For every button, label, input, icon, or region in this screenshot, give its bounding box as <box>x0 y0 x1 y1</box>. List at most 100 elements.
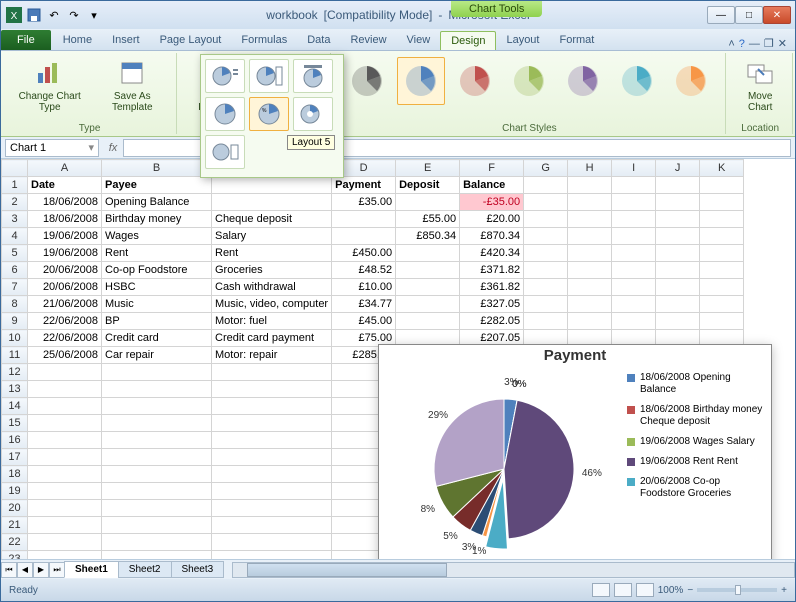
cell-H1[interactable] <box>568 177 612 194</box>
excel-icon[interactable]: X <box>5 6 23 24</box>
cell-G9[interactable] <box>524 313 568 330</box>
sheet-tab-sheet1[interactable]: Sheet1 <box>64 561 119 578</box>
cell-K8[interactable] <box>700 296 744 313</box>
cell-I1[interactable] <box>612 177 656 194</box>
doc-minimize-icon[interactable]: — <box>749 38 760 50</box>
cell-J2[interactable] <box>656 194 700 211</box>
cell-C23[interactable] <box>212 551 332 560</box>
chart-title[interactable]: Payment <box>379 345 771 364</box>
cell-B22[interactable] <box>102 534 212 551</box>
legend-item-0[interactable]: 18/06/2008 Opening Balance <box>627 372 765 396</box>
cell-I3[interactable] <box>612 211 656 228</box>
cell-A22[interactable] <box>28 534 102 551</box>
cell-K9[interactable] <box>700 313 744 330</box>
tab-home[interactable]: Home <box>53 31 102 50</box>
row-header-1[interactable]: 1 <box>2 177 28 194</box>
cell-D3[interactable] <box>332 211 396 228</box>
cell-A8[interactable]: 21/06/2008 <box>28 296 102 313</box>
cell-K1[interactable] <box>700 177 744 194</box>
cell-B6[interactable]: Co-op Foodstore <box>102 262 212 279</box>
row-header-23[interactable]: 23 <box>2 551 28 560</box>
cell-C15[interactable] <box>212 415 332 432</box>
cell-E2[interactable] <box>396 194 460 211</box>
cell-A21[interactable] <box>28 517 102 534</box>
cell-E3[interactable]: £55.00 <box>396 211 460 228</box>
cell-K7[interactable] <box>700 279 744 296</box>
cell-C5[interactable]: Rent <box>212 245 332 262</box>
cell-E8[interactable] <box>396 296 460 313</box>
chart-style-2[interactable] <box>397 57 445 105</box>
col-header-F[interactable]: F <box>460 160 524 177</box>
cell-G7[interactable] <box>524 279 568 296</box>
cell-C4[interactable]: Salary <box>212 228 332 245</box>
cell-E9[interactable] <box>396 313 460 330</box>
tab-view[interactable]: View <box>397 31 441 50</box>
cell-A20[interactable] <box>28 500 102 517</box>
name-box[interactable]: Chart 1▾ <box>5 139 99 157</box>
cell-G5[interactable] <box>524 245 568 262</box>
minimize-button[interactable]: — <box>707 6 735 24</box>
row-header-15[interactable]: 15 <box>2 415 28 432</box>
layout-2[interactable] <box>249 59 289 93</box>
col-header-I[interactable]: I <box>612 160 656 177</box>
cell-C2[interactable] <box>212 194 332 211</box>
cell-E7[interactable] <box>396 279 460 296</box>
cell-H3[interactable] <box>568 211 612 228</box>
cell-C22[interactable] <box>212 534 332 551</box>
zoom-out-icon[interactable]: − <box>687 585 693 596</box>
cell-K6[interactable] <box>700 262 744 279</box>
cell-C19[interactable] <box>212 483 332 500</box>
cell-G2[interactable] <box>524 194 568 211</box>
cell-H7[interactable] <box>568 279 612 296</box>
move-chart-button[interactable]: Move Chart <box>734 55 786 115</box>
row-header-20[interactable]: 20 <box>2 500 28 517</box>
row-header-21[interactable]: 21 <box>2 517 28 534</box>
cell-A15[interactable] <box>28 415 102 432</box>
cell-A14[interactable] <box>28 398 102 415</box>
cell-C20[interactable] <box>212 500 332 517</box>
cell-K3[interactable] <box>700 211 744 228</box>
cell-G8[interactable] <box>524 296 568 313</box>
row-header-6[interactable]: 6 <box>2 262 28 279</box>
cell-H4[interactable] <box>568 228 612 245</box>
cell-F7[interactable]: £361.82 <box>460 279 524 296</box>
cell-D2[interactable]: £35.00 <box>332 194 396 211</box>
cell-B15[interactable] <box>102 415 212 432</box>
file-tab[interactable]: File <box>1 30 51 50</box>
horizontal-scrollbar[interactable] <box>232 562 795 578</box>
cell-D7[interactable]: £10.00 <box>332 279 396 296</box>
cell-C9[interactable]: Motor: fuel <box>212 313 332 330</box>
cell-C8[interactable]: Music, video, computer <box>212 296 332 313</box>
cell-I8[interactable] <box>612 296 656 313</box>
cell-J7[interactable] <box>656 279 700 296</box>
layout-4[interactable] <box>205 97 245 131</box>
cell-B17[interactable] <box>102 449 212 466</box>
cell-B20[interactable] <box>102 500 212 517</box>
cell-K2[interactable] <box>700 194 744 211</box>
tab-nav-first[interactable]: ⏮ <box>1 562 17 578</box>
cell-J5[interactable] <box>656 245 700 262</box>
row-header-17[interactable]: 17 <box>2 449 28 466</box>
pie-slice-3[interactable] <box>504 400 574 539</box>
cell-B11[interactable]: Car repair <box>102 347 212 364</box>
chart-plot-area[interactable]: 3%0%0%46%5%1%3%5%8%29% <box>379 364 621 559</box>
cell-I7[interactable] <box>612 279 656 296</box>
cell-A16[interactable] <box>28 432 102 449</box>
cell-A5[interactable]: 19/06/2008 <box>28 245 102 262</box>
cell-J9[interactable] <box>656 313 700 330</box>
row-header-3[interactable]: 3 <box>2 211 28 228</box>
maximize-button[interactable]: □ <box>735 6 763 24</box>
sheet-tab-sheet2[interactable]: Sheet2 <box>118 561 172 578</box>
cell-C21[interactable] <box>212 517 332 534</box>
chart-style-4[interactable] <box>505 57 553 105</box>
cell-I2[interactable] <box>612 194 656 211</box>
tab-insert[interactable]: Insert <box>102 31 150 50</box>
cell-A2[interactable]: 18/06/2008 <box>28 194 102 211</box>
cell-A1[interactable]: Date <box>28 177 102 194</box>
cell-F1[interactable]: Balance <box>460 177 524 194</box>
cell-A17[interactable] <box>28 449 102 466</box>
cell-A11[interactable]: 25/06/2008 <box>28 347 102 364</box>
row-header-19[interactable]: 19 <box>2 483 28 500</box>
cell-J4[interactable] <box>656 228 700 245</box>
cell-H5[interactable] <box>568 245 612 262</box>
